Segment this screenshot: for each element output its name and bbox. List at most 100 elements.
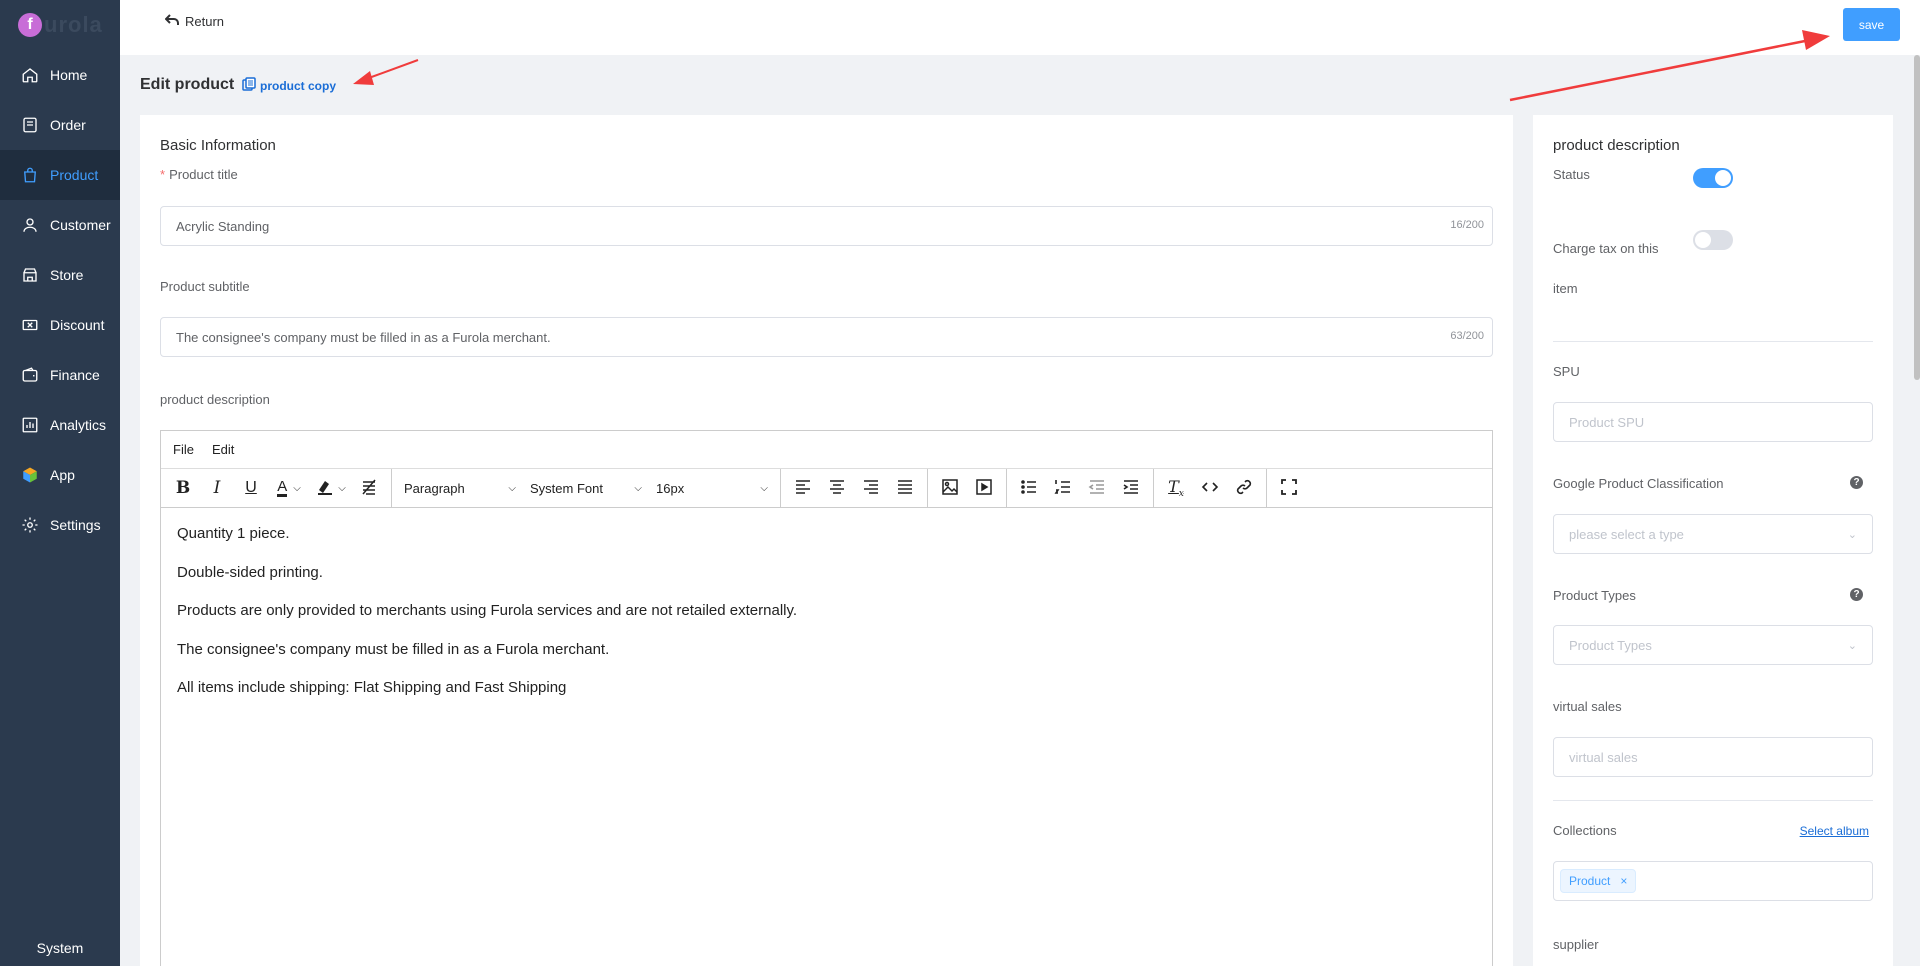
underline-button[interactable]: U <box>235 474 267 502</box>
font-family-select[interactable]: System Font ⌵ <box>524 474 648 502</box>
align-center-icon <box>828 478 846 499</box>
menu-edit[interactable]: Edit <box>212 442 234 457</box>
return-button[interactable]: Return <box>164 14 225 29</box>
video-icon <box>975 478 993 499</box>
status-label: Status <box>1553 167 1590 182</box>
sidebar-system[interactable]: System <box>0 940 120 956</box>
insert-media-button[interactable] <box>968 474 1000 502</box>
product-copy-link[interactable]: product copy <box>242 77 336 94</box>
google-classification-placeholder: please select a type <box>1569 526 1684 542</box>
align-right-button[interactable] <box>855 474 887 502</box>
sidebar-item-analytics[interactable]: Analytics <box>0 400 120 450</box>
numbered-list-button[interactable] <box>1047 474 1079 502</box>
charge-tax-toggle[interactable] <box>1693 230 1733 250</box>
sidebar-item-label: Discount <box>50 317 105 333</box>
product-copy-label: product copy <box>260 78 337 93</box>
align-center-button[interactable] <box>821 474 853 502</box>
source-code-button[interactable] <box>1194 474 1226 502</box>
sidebar-item-home[interactable]: Home <box>0 50 120 100</box>
block-format-value: Paragraph <box>404 480 465 496</box>
collection-tag-label: Product <box>1569 874 1611 888</box>
status-toggle[interactable] <box>1693 168 1733 188</box>
collections-label: Collections <box>1553 823 1617 838</box>
return-label: Return <box>185 14 225 29</box>
bullet-list-button[interactable] <box>1013 474 1045 502</box>
highlight-button[interactable]: ⌵ <box>311 474 351 502</box>
logo-text: urola <box>44 12 103 37</box>
align-group <box>781 469 928 507</box>
sidebar-item-store[interactable]: Store <box>0 250 120 300</box>
save-button[interactable]: save <box>1843 8 1900 41</box>
align-left-button[interactable] <box>787 474 819 502</box>
product-types-select[interactable]: Product Types ⌄ <box>1553 625 1873 665</box>
content-paragraph: Double-sided printing. <box>177 563 323 581</box>
chart-icon <box>20 415 40 435</box>
close-icon[interactable]: × <box>1620 874 1627 888</box>
help-icon[interactable]: ? <box>1850 588 1863 601</box>
product-description-label: product description <box>160 392 270 407</box>
help-icon[interactable]: ? <box>1850 476 1863 489</box>
google-classification-select[interactable]: please select a type ⌄ <box>1553 514 1873 554</box>
topbar: Return save <box>120 0 1920 55</box>
italic-icon: I <box>213 478 221 498</box>
sidebar-item-label: Store <box>50 267 84 283</box>
sidebar-item-settings[interactable]: Settings <box>0 500 120 550</box>
underline-icon: U <box>245 479 257 496</box>
select-album-link[interactable]: Select album <box>1800 824 1869 838</box>
collection-tag: Product × <box>1560 869 1637 893</box>
home-icon <box>20 65 40 85</box>
annotation-arrow <box>353 59 419 85</box>
block-format-select[interactable]: Paragraph ⌵ <box>398 474 522 502</box>
view-group <box>1267 469 1311 507</box>
chevron-down-icon: ⌵ <box>508 482 516 494</box>
divider <box>1553 800 1873 801</box>
sidebar-item-order[interactable]: Order <box>0 100 120 150</box>
return-arrow-icon <box>164 14 179 29</box>
collections-input[interactable]: Product × <box>1553 861 1873 901</box>
code-icon <box>1201 478 1219 499</box>
sidebar-item-label: App <box>50 467 75 483</box>
sidebar-item-discount[interactable]: Discount <box>0 300 120 350</box>
spu-input[interactable]: Product SPU <box>1553 402 1873 442</box>
menu-file[interactable]: File <box>173 442 194 457</box>
clear-formatting-button[interactable]: Tx <box>1160 474 1192 502</box>
chevron-down-icon: ⌵ <box>338 482 346 494</box>
sidebar-item-finance[interactable]: Finance <box>0 350 120 400</box>
font-size-value: 16px <box>656 480 685 496</box>
italic-button[interactable]: I <box>201 474 233 502</box>
brand-logo[interactable]: f urola <box>0 0 120 50</box>
product-title-input[interactable]: Acrylic Standing 16/200 <box>160 206 1493 246</box>
justify-button[interactable] <box>889 474 921 502</box>
spu-label: SPU <box>1553 364 1580 379</box>
insert-link-button[interactable] <box>1228 474 1260 502</box>
outdent-icon <box>1088 478 1106 499</box>
fullscreen-button[interactable] <box>1273 474 1305 502</box>
spu-placeholder: Product SPU <box>1569 414 1645 430</box>
product-subtitle-input[interactable]: The consignee's company must be filled i… <box>160 317 1493 357</box>
virtual-sales-placeholder: virtual sales <box>1569 749 1638 765</box>
basic-information-card: Basic Information * Product title Acrylic… <box>140 115 1513 966</box>
insert-image-button[interactable] <box>934 474 966 502</box>
bold-button[interactable]: B <box>167 474 199 502</box>
text-color-icon: A <box>277 477 288 497</box>
font-size-select[interactable]: 16px ⌵ <box>650 474 774 502</box>
text-color-button[interactable]: A ⌵ <box>269 474 309 502</box>
product-title-value: Acrylic Standing <box>176 218 270 234</box>
rich-text-editor: File Edit B I U A ⌵ ⌵ Paragraph ⌵ System F… <box>160 430 1493 966</box>
virtual-sales-input[interactable]: virtual sales <box>1553 737 1873 777</box>
indent-button[interactable] <box>1115 474 1147 502</box>
logo-mark: f <box>18 13 42 37</box>
toggle-knob <box>1695 232 1711 248</box>
editor-toolbar: B I U A ⌵ ⌵ Paragraph ⌵ System Font ⌵ 16px ⌵ <box>161 469 1492 508</box>
order-icon <box>20 115 40 135</box>
sidebar-item-product[interactable]: Product <box>0 150 120 200</box>
sidebar-item-label: Product <box>50 167 99 183</box>
editor-content-area[interactable]: Quantity 1 piece. Double-sided printing.… <box>161 508 1492 733</box>
wallet-icon <box>20 365 40 385</box>
numbered-list-icon <box>1054 478 1072 499</box>
page-scrollbar-thumb[interactable] <box>1914 55 1920 380</box>
sidebar-item-app[interactable]: App <box>0 450 120 500</box>
sidebar-item-customer[interactable]: Customer <box>0 200 120 250</box>
strikethrough-format-button[interactable] <box>353 474 385 502</box>
outdent-button[interactable] <box>1081 474 1113 502</box>
